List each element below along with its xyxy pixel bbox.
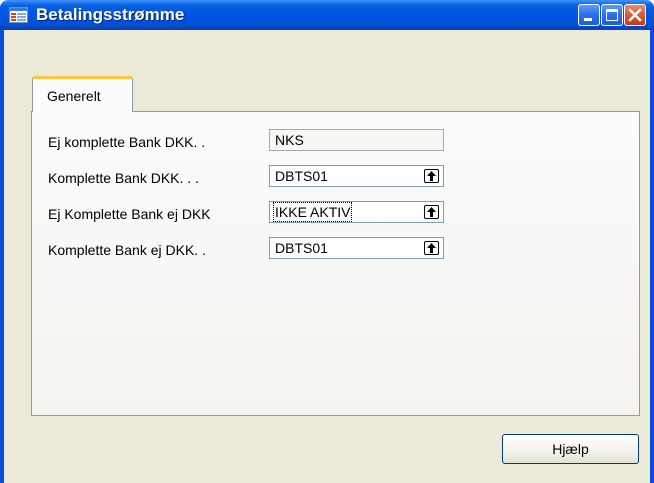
field-value: IKKE AKTIV	[272, 202, 353, 222]
close-button[interactable]	[624, 4, 646, 26]
field-value: DBTS01	[275, 168, 328, 184]
window-frame-right	[650, 30, 654, 483]
minimize-icon	[584, 18, 592, 21]
close-icon	[628, 8, 642, 22]
title-bar[interactable]: Betalingsstrømme	[0, 0, 654, 30]
field-label-ej-komplette-bank-ej-dkk: Ej Komplette Bank ej DKK	[48, 206, 211, 222]
field-label-komplette-bank-ej-dkk: Komplette Bank ej DKK. .	[48, 242, 206, 258]
field-label-komplette-bank-dkk: Komplette Bank DKK. . .	[48, 170, 199, 186]
minimize-button[interactable]	[578, 4, 600, 26]
field-label-ej-komplette-bank-dkk: Ej komplette Bank DKK. .	[48, 134, 206, 150]
lookup-button[interactable]	[424, 169, 439, 183]
field-ej-komplette-bank-ej-dkk[interactable]: IKKE AKTIV	[269, 201, 444, 223]
field-value: NKS	[275, 132, 304, 148]
tab-generelt[interactable]: Generelt	[32, 76, 133, 112]
window-title: Betalingsstrømme	[36, 5, 185, 24]
tab-label: Generelt	[47, 88, 101, 104]
lookup-button[interactable]	[424, 205, 439, 219]
field-value: DBTS01	[275, 240, 328, 256]
dialog-window: Betalingsstrømme Generelt Ej komplette B…	[0, 0, 654, 483]
arrow-up-icon	[427, 243, 436, 253]
tab-panel-generelt	[31, 111, 640, 416]
form-icon	[9, 7, 28, 23]
field-ej-komplette-bank-dkk[interactable]: NKS	[269, 129, 444, 151]
arrow-up-icon	[427, 171, 436, 181]
maximize-icon	[606, 9, 618, 21]
maximize-button[interactable]	[601, 4, 623, 26]
field-komplette-bank-ej-dkk[interactable]: DBTS01	[269, 237, 444, 259]
field-komplette-bank-dkk[interactable]: DBTS01	[269, 165, 444, 187]
lookup-button[interactable]	[424, 241, 439, 255]
help-button[interactable]: Hjælp	[502, 434, 639, 464]
arrow-up-icon	[427, 207, 436, 217]
